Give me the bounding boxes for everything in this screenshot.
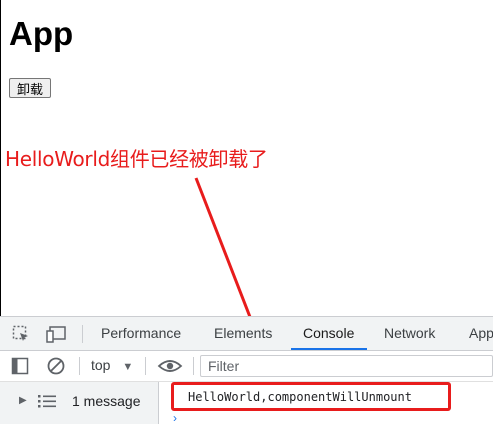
tab-console[interactable]: Console xyxy=(303,317,354,350)
toolbar-divider-3 xyxy=(193,357,194,375)
tabbar-divider xyxy=(82,325,83,343)
expand-triangle-icon[interactable]: ▶ xyxy=(19,395,27,406)
console-toolbar: top ▼ Filter xyxy=(0,351,493,382)
context-select-value: top xyxy=(91,357,111,373)
toolbar-divider-2 xyxy=(145,357,146,375)
message-count[interactable]: 1 message xyxy=(72,393,140,409)
device-toolbar-icon[interactable] xyxy=(46,325,68,343)
active-tab-indicator xyxy=(291,348,367,350)
filter-input[interactable]: Filter xyxy=(200,355,493,377)
list-icon xyxy=(38,395,56,408)
tab-application[interactable]: App xyxy=(469,317,493,350)
chevron-down-icon: ▼ xyxy=(122,361,134,373)
toolbar-divider xyxy=(79,357,80,375)
inspect-element-icon[interactable] xyxy=(12,325,30,343)
sidebar-toggle-icon[interactable] xyxy=(11,357,29,375)
context-select[interactable]: top ▼ xyxy=(91,357,133,373)
tab-network[interactable]: Network xyxy=(384,317,435,350)
tab-elements[interactable]: Elements xyxy=(214,317,272,350)
filter-placeholder: Filter xyxy=(208,358,240,374)
console-sidebar: ▶ 1 message xyxy=(0,382,159,424)
eye-icon[interactable] xyxy=(157,357,183,375)
devtools-tabbar: Performance Elements Console Network App xyxy=(0,317,493,351)
clear-console-icon[interactable] xyxy=(46,356,66,376)
log-highlight-box xyxy=(171,382,451,411)
tab-performance[interactable]: Performance xyxy=(101,317,181,350)
